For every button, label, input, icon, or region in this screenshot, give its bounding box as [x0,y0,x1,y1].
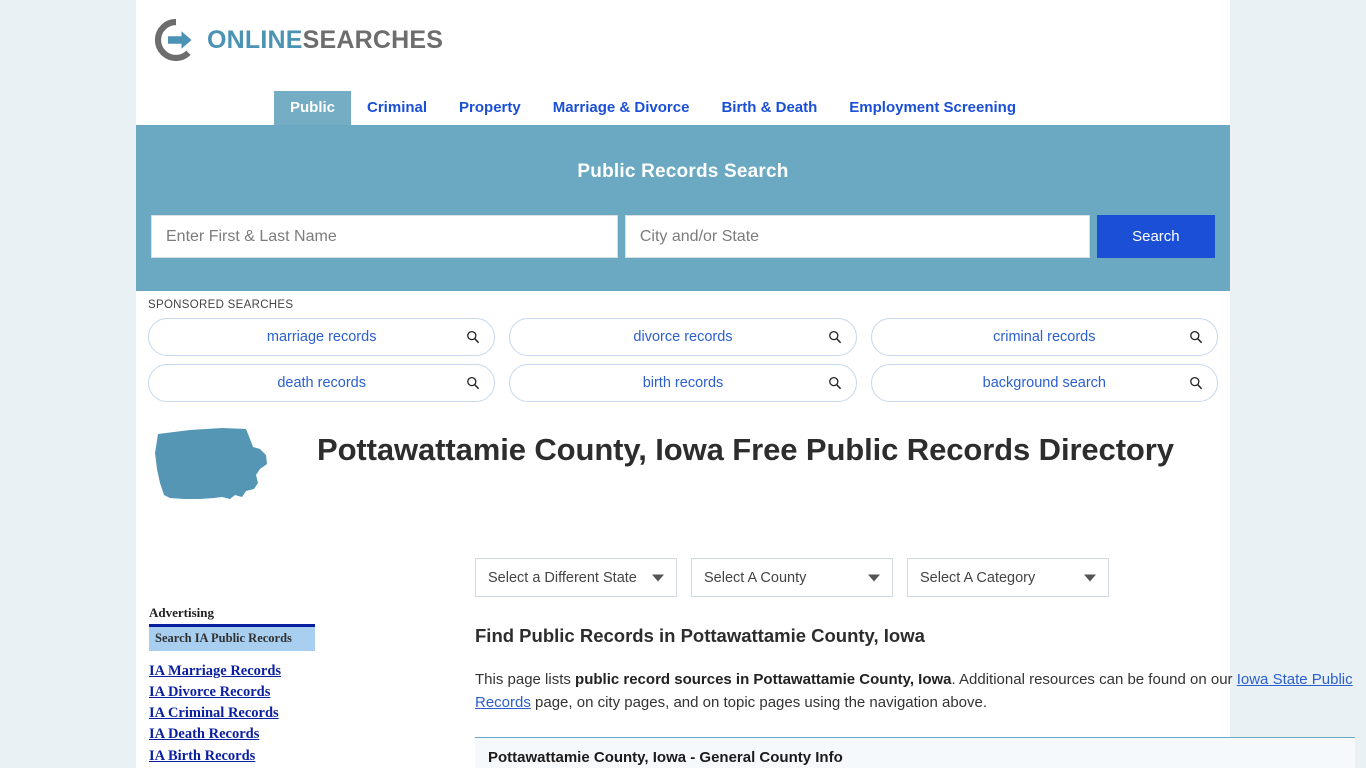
tab-marriage-divorce[interactable]: Marriage & Divorce [537,91,706,125]
tab-employment-screening[interactable]: Employment Screening [833,91,1032,125]
paragraph-text-3: page, on city pages, and on topic pages … [530,693,988,711]
logo-text-online: ONLINE [207,25,303,54]
sponsored-pill-grid: marriage records divorce records crimina… [148,318,1218,402]
iowa-state-map-icon [155,428,267,499]
sponsored-pill-label: marriage records [266,329,377,345]
paragraph-bold-phrase: public record sources in Pottawattamie C… [575,671,952,688]
magnifier-icon [1190,376,1203,390]
general-county-info-title: Pottawattamie County, Iowa - General Cou… [488,748,843,766]
name-search-input[interactable] [151,215,618,258]
section-heading: Find Public Records in Pottawattamie Cou… [475,625,925,646]
main-content: Find Public Records in Pottawattamie Cou… [475,625,1355,768]
sponsored-pill-label: death records [277,375,366,391]
chevron-down-icon [868,574,880,581]
tab-birth-death[interactable]: Birth & Death [705,91,833,125]
sidebar-link-ia-birth-records[interactable]: IA Birth Records [149,746,315,767]
sidebar-link-ia-marriage-records[interactable]: IA Marriage Records [149,661,315,682]
sidebar-link-ia-death-records[interactable]: IA Death Records [149,724,315,745]
sponsored-searches-label: SPONSORED SEARCHES [148,299,294,311]
sponsored-pill-label: birth records [642,375,724,391]
sidebar-link-list: IA Marriage Records IA Divorce Records I… [149,651,315,767]
magnifier-icon [467,376,480,390]
sidebar-link-ia-criminal-records[interactable]: IA Criminal Records [149,703,315,724]
tab-public[interactable]: Public [274,91,352,125]
sponsored-pill-label: divorce records [633,329,733,345]
intro-paragraph: This page lists public record sources in… [475,669,1355,715]
select-state-label: Select a Different State [488,569,637,586]
chevron-down-icon [1084,574,1096,581]
chevron-down-icon [652,574,664,581]
page-title-row: Pottawattamie County, Iowa Free Public R… [136,415,1230,516]
magnifier-icon [828,330,841,344]
sponsored-pill-label: criminal records [993,329,1096,345]
filter-selects: Select a Different State Select A County… [475,558,1109,597]
search-heading: Public Records Search [577,161,789,182]
search-form: Search [151,215,1215,258]
magnifier-icon [467,330,480,344]
site-header: ONLINESEARCHES [136,0,1230,82]
tab-property[interactable]: Property [443,91,537,125]
sidebar-search-ia-bar[interactable]: Search IA Public Records [149,627,315,651]
select-county[interactable]: Select A County [691,558,893,597]
sponsored-pill-label: background search [982,375,1106,391]
sponsored-pill-background-search[interactable]: background search [870,364,1218,402]
sponsored-pill-birth-records[interactable]: birth records [509,364,857,402]
sidebar-link-ia-divorce-records[interactable]: IA Divorce Records [149,682,315,703]
page-root: ONLINESEARCHES Public Criminal Property … [0,0,1366,768]
magnifier-icon [828,376,841,390]
main-navigation: Public Criminal Property Marriage & Divo… [136,86,1230,125]
sponsored-pill-death-records[interactable]: death records [148,364,496,402]
advertising-sidebar: Advertising Search IA Public Records IA … [149,605,315,767]
logo-text-searches: SEARCHES [302,25,444,54]
select-state[interactable]: Select a Different State [475,558,677,597]
magnifier-icon [1190,330,1203,344]
general-county-info-panel: Pottawattamie County, Iowa - General Cou… [475,737,1355,768]
page-title: Pottawattamie County, Iowa Free Public R… [317,432,1174,467]
content-container: ONLINESEARCHES Public Criminal Property … [136,0,1355,768]
select-county-label: Select A County [704,569,807,586]
sponsored-pill-divorce-records[interactable]: divorce records [509,318,857,356]
search-submit-button[interactable]: Search [1096,215,1215,258]
search-band: Public Records Search Search [136,125,1230,291]
paragraph-text-1: This page lists [475,671,576,688]
select-category[interactable]: Select A Category [907,558,1109,597]
tab-criminal[interactable]: Criminal [351,91,443,125]
city-state-search-input[interactable] [624,215,1090,258]
sponsored-searches-section: SPONSORED SEARCHES marriage records divo… [136,291,1230,402]
site-logo[interactable]: ONLINESEARCHES [154,18,443,62]
select-category-label: Select A Category [920,569,1036,586]
sponsored-pill-criminal-records[interactable]: criminal records [870,318,1218,356]
logo-wordmark: ONLINESEARCHES [207,26,443,55]
paragraph-text-2: . Additional resources can be found on o… [951,671,1237,688]
state-map-wrap [150,415,280,516]
sponsored-pill-marriage-records[interactable]: marriage records [148,318,496,356]
circle-arrow-logo-icon [154,18,192,62]
advertising-label: Advertising [149,605,214,620]
